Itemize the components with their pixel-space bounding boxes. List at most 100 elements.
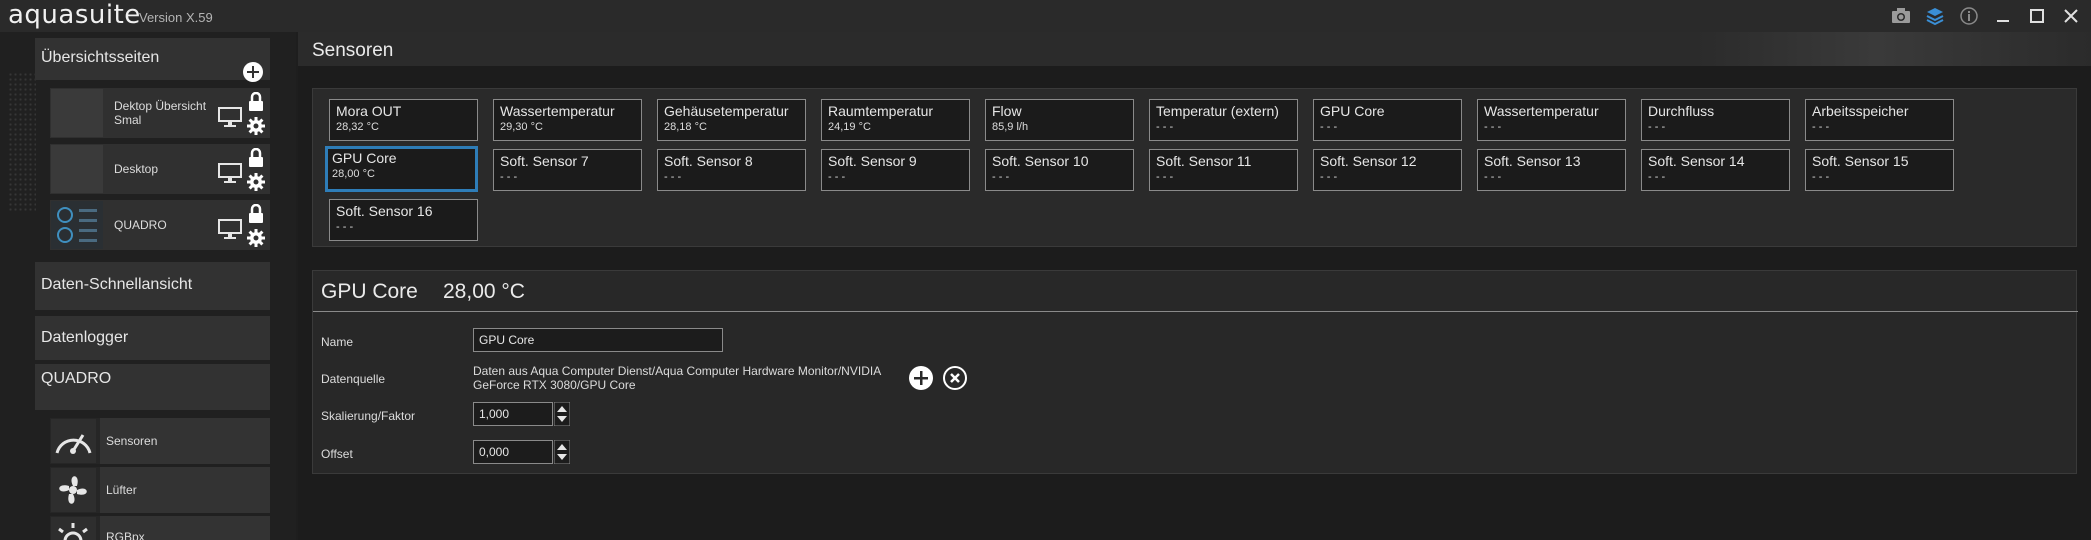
sensor-tile[interactable]: Soft. Sensor 8 - - - — [657, 149, 806, 191]
add-source-button[interactable] — [909, 366, 933, 390]
sensor-tile[interactable]: Soft. Sensor 10 - - - — [985, 149, 1134, 191]
sensor-name: Soft. Sensor 10 — [992, 153, 1089, 169]
sidebar-item-rgbpx[interactable]: RGBpx — [50, 516, 270, 540]
sensor-name: Soft. Sensor 8 — [664, 153, 753, 169]
sensor-value: - - - — [664, 171, 682, 183]
sensor-tile[interactable]: GPU Core - - - — [1313, 99, 1462, 141]
name-field[interactable]: GPU Core — [473, 328, 723, 352]
sidebar-item-sensors[interactable]: Sensoren — [50, 418, 270, 464]
gear-icon[interactable] — [246, 172, 266, 192]
detail-value: 28,00 °C — [443, 280, 525, 303]
sensor-value: - - - — [1484, 121, 1502, 133]
close-icon[interactable] — [2059, 4, 2083, 28]
sidebar-item-label: Datenlogger — [41, 329, 129, 346]
sensor-value: - - - — [336, 221, 354, 233]
maximize-icon[interactable] — [2025, 4, 2049, 28]
app-version: Version X.59 — [139, 10, 213, 25]
sensor-tile[interactable]: Raumtemperatur 24,19 °C — [821, 99, 970, 141]
monitor-icon[interactable] — [218, 162, 242, 186]
sensor-name: Soft. Sensor 12 — [1320, 153, 1417, 169]
sensor-value: - - - — [1320, 171, 1338, 183]
sensor-tile[interactable]: Soft. Sensor 11 - - - — [1149, 149, 1298, 191]
sidebar-item-fans[interactable]: Lüfter — [50, 467, 270, 513]
sensor-value: - - - — [1156, 121, 1174, 133]
page-thumbnail — [51, 89, 103, 137]
sidebar-item-overview-pages[interactable]: Übersichtsseiten — [35, 38, 270, 82]
sensor-value: - - - — [1812, 171, 1830, 183]
light-icon — [51, 517, 96, 540]
page-header: Sensoren — [298, 32, 2091, 66]
sidebar-item-label: RGBpx — [106, 530, 145, 540]
monitor-icon[interactable] — [218, 218, 242, 242]
sensor-tile[interactable]: Soft. Sensor 16 - - - — [329, 199, 478, 241]
sensor-tile[interactable]: Soft. Sensor 14 - - - — [1641, 149, 1790, 191]
sidebar: Übersichtsseiten Dektop Übersicht Smal D… — [0, 32, 296, 540]
offset-stepper[interactable] — [553, 439, 571, 465]
sensor-name: Durchfluss — [1648, 103, 1715, 119]
remove-source-button[interactable] — [943, 366, 967, 390]
overview-page-item[interactable]: Desktop — [50, 144, 270, 194]
sensor-value: - - - — [1812, 121, 1830, 133]
sidebar-item-label: Übersichtsseiten — [41, 49, 160, 66]
source-label: Datenquelle — [321, 372, 386, 386]
scale-stepper[interactable] — [553, 401, 571, 427]
overview-page-item[interactable]: QUADRO — [50, 200, 270, 250]
sensor-value: - - - — [992, 171, 1010, 183]
minimize-icon[interactable] — [1991, 4, 2015, 28]
sensor-tile[interactable]: Wassertemperatur - - - — [1477, 99, 1626, 141]
sensor-name: GPU Core — [332, 150, 397, 166]
sensor-value: 28,18 °C — [664, 121, 707, 133]
sidebar-item-device[interactable]: QUADRO — [35, 364, 270, 410]
sensor-tile[interactable]: Flow 85,9 l/h — [985, 99, 1134, 141]
info-icon[interactable] — [1957, 4, 1981, 28]
divider — [313, 311, 2078, 312]
sensor-name: GPU Core — [1320, 103, 1385, 119]
sensor-value: - - - — [500, 171, 518, 183]
sensor-name: Soft. Sensor 15 — [1812, 153, 1909, 169]
scale-label: Skalierung/Faktor — [321, 409, 416, 423]
lock-icon[interactable] — [248, 203, 266, 224]
gauge-icon — [51, 419, 96, 463]
detail-title: GPU Core — [321, 280, 418, 303]
sensor-tile[interactable]: Mora OUT 28,32 °C — [329, 99, 478, 141]
gear-icon[interactable] — [246, 116, 266, 136]
sensor-tile[interactable]: Soft. Sensor 13 - - - — [1477, 149, 1626, 191]
sensor-value: - - - — [828, 171, 846, 183]
page-thumbnail — [51, 201, 103, 249]
sensor-value: - - - — [1156, 171, 1174, 183]
monitor-icon[interactable] — [218, 106, 242, 130]
add-page-icon[interactable] — [243, 62, 263, 82]
sensor-name: Arbeitsspeicher — [1812, 103, 1909, 119]
sensor-tile[interactable]: Soft. Sensor 7 - - - — [493, 149, 642, 191]
gear-icon[interactable] — [246, 228, 266, 248]
offset-field[interactable]: 0,000 — [473, 440, 553, 464]
lock-icon[interactable] — [248, 91, 266, 112]
sensor-tile[interactable]: Soft. Sensor 12 - - - — [1313, 149, 1462, 191]
page-label: Desktop — [114, 162, 159, 176]
sensor-value: - - - — [1320, 121, 1338, 133]
sensor-name: Soft. Sensor 14 — [1648, 153, 1745, 169]
sidebar-item-quick-view[interactable]: Daten-Schnellansicht — [35, 262, 270, 310]
lock-icon[interactable] — [248, 147, 266, 168]
sensor-tile[interactable]: Gehäusetemperatur 28,18 °C — [657, 99, 806, 141]
sensor-name: Wassertemperatur — [500, 103, 615, 119]
sensor-tile[interactable]: Wassertemperatur 29,30 °C — [493, 99, 642, 141]
main-content: Sensoren Mora OUT 28,32 °C Wassertemperat… — [298, 32, 2091, 540]
sensor-tile[interactable]: Soft. Sensor 9 - - - — [821, 149, 970, 191]
overview-page-item[interactable]: Dektop Übersicht Smal — [50, 88, 270, 138]
sensor-name: Flow — [992, 103, 1022, 119]
camera-icon[interactable] — [1889, 4, 1913, 28]
sensor-tile[interactable]: Temperatur (extern) - - - — [1149, 99, 1298, 141]
sensor-name: Soft. Sensor 7 — [500, 153, 589, 169]
sensor-tile[interactable]: Soft. Sensor 15 - - - — [1805, 149, 1954, 191]
fan-icon — [51, 468, 96, 512]
scale-field[interactable]: 1,000 — [473, 402, 553, 426]
sensor-tile[interactable]: Arbeitsspeicher - - - — [1805, 99, 1954, 141]
sensor-tile-selected[interactable]: GPU Core 28,00 °C — [325, 146, 478, 192]
sidebar-decoration — [8, 72, 36, 212]
layers-icon[interactable] — [1923, 4, 1947, 28]
sensor-value: - - - — [1648, 121, 1666, 133]
sensor-tile[interactable]: Durchfluss - - - — [1641, 99, 1790, 141]
sensor-value: 29,30 °C — [500, 121, 543, 133]
sidebar-item-datalogger[interactable]: Datenlogger — [35, 316, 270, 360]
